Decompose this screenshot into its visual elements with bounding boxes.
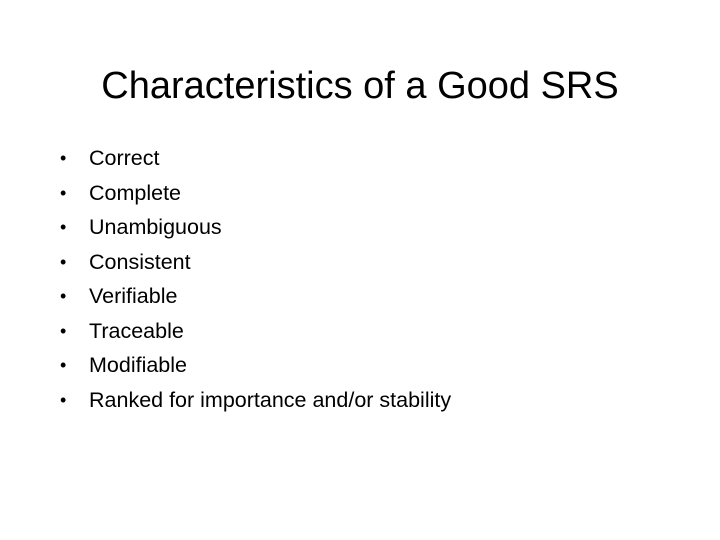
slide-title: Characteristics of a Good SRS — [101, 65, 619, 107]
bullet-icon: • — [60, 251, 67, 272]
bullet-text: Verifiable — [89, 284, 178, 308]
bullet-text: Traceable — [89, 318, 184, 343]
bullet-text: Unambiguous — [89, 215, 222, 239]
bullet-text: Modifiable — [89, 353, 187, 377]
bullet-icon: • — [60, 389, 67, 410]
bullet-icon: • — [60, 217, 67, 237]
bullet-icon: • — [60, 286, 67, 306]
bullet-text: Consistent — [89, 249, 191, 274]
bullet-icon: • — [60, 148, 67, 168]
bullet-text: Ranked for importance and/or stability — [89, 387, 452, 412]
bullet-text: Complete — [89, 180, 182, 205]
bullet-icon: • — [60, 182, 67, 203]
bullet-icon: • — [60, 320, 67, 341]
bullet-icon: • — [60, 355, 67, 375]
bullet-text: Correct — [89, 146, 160, 170]
